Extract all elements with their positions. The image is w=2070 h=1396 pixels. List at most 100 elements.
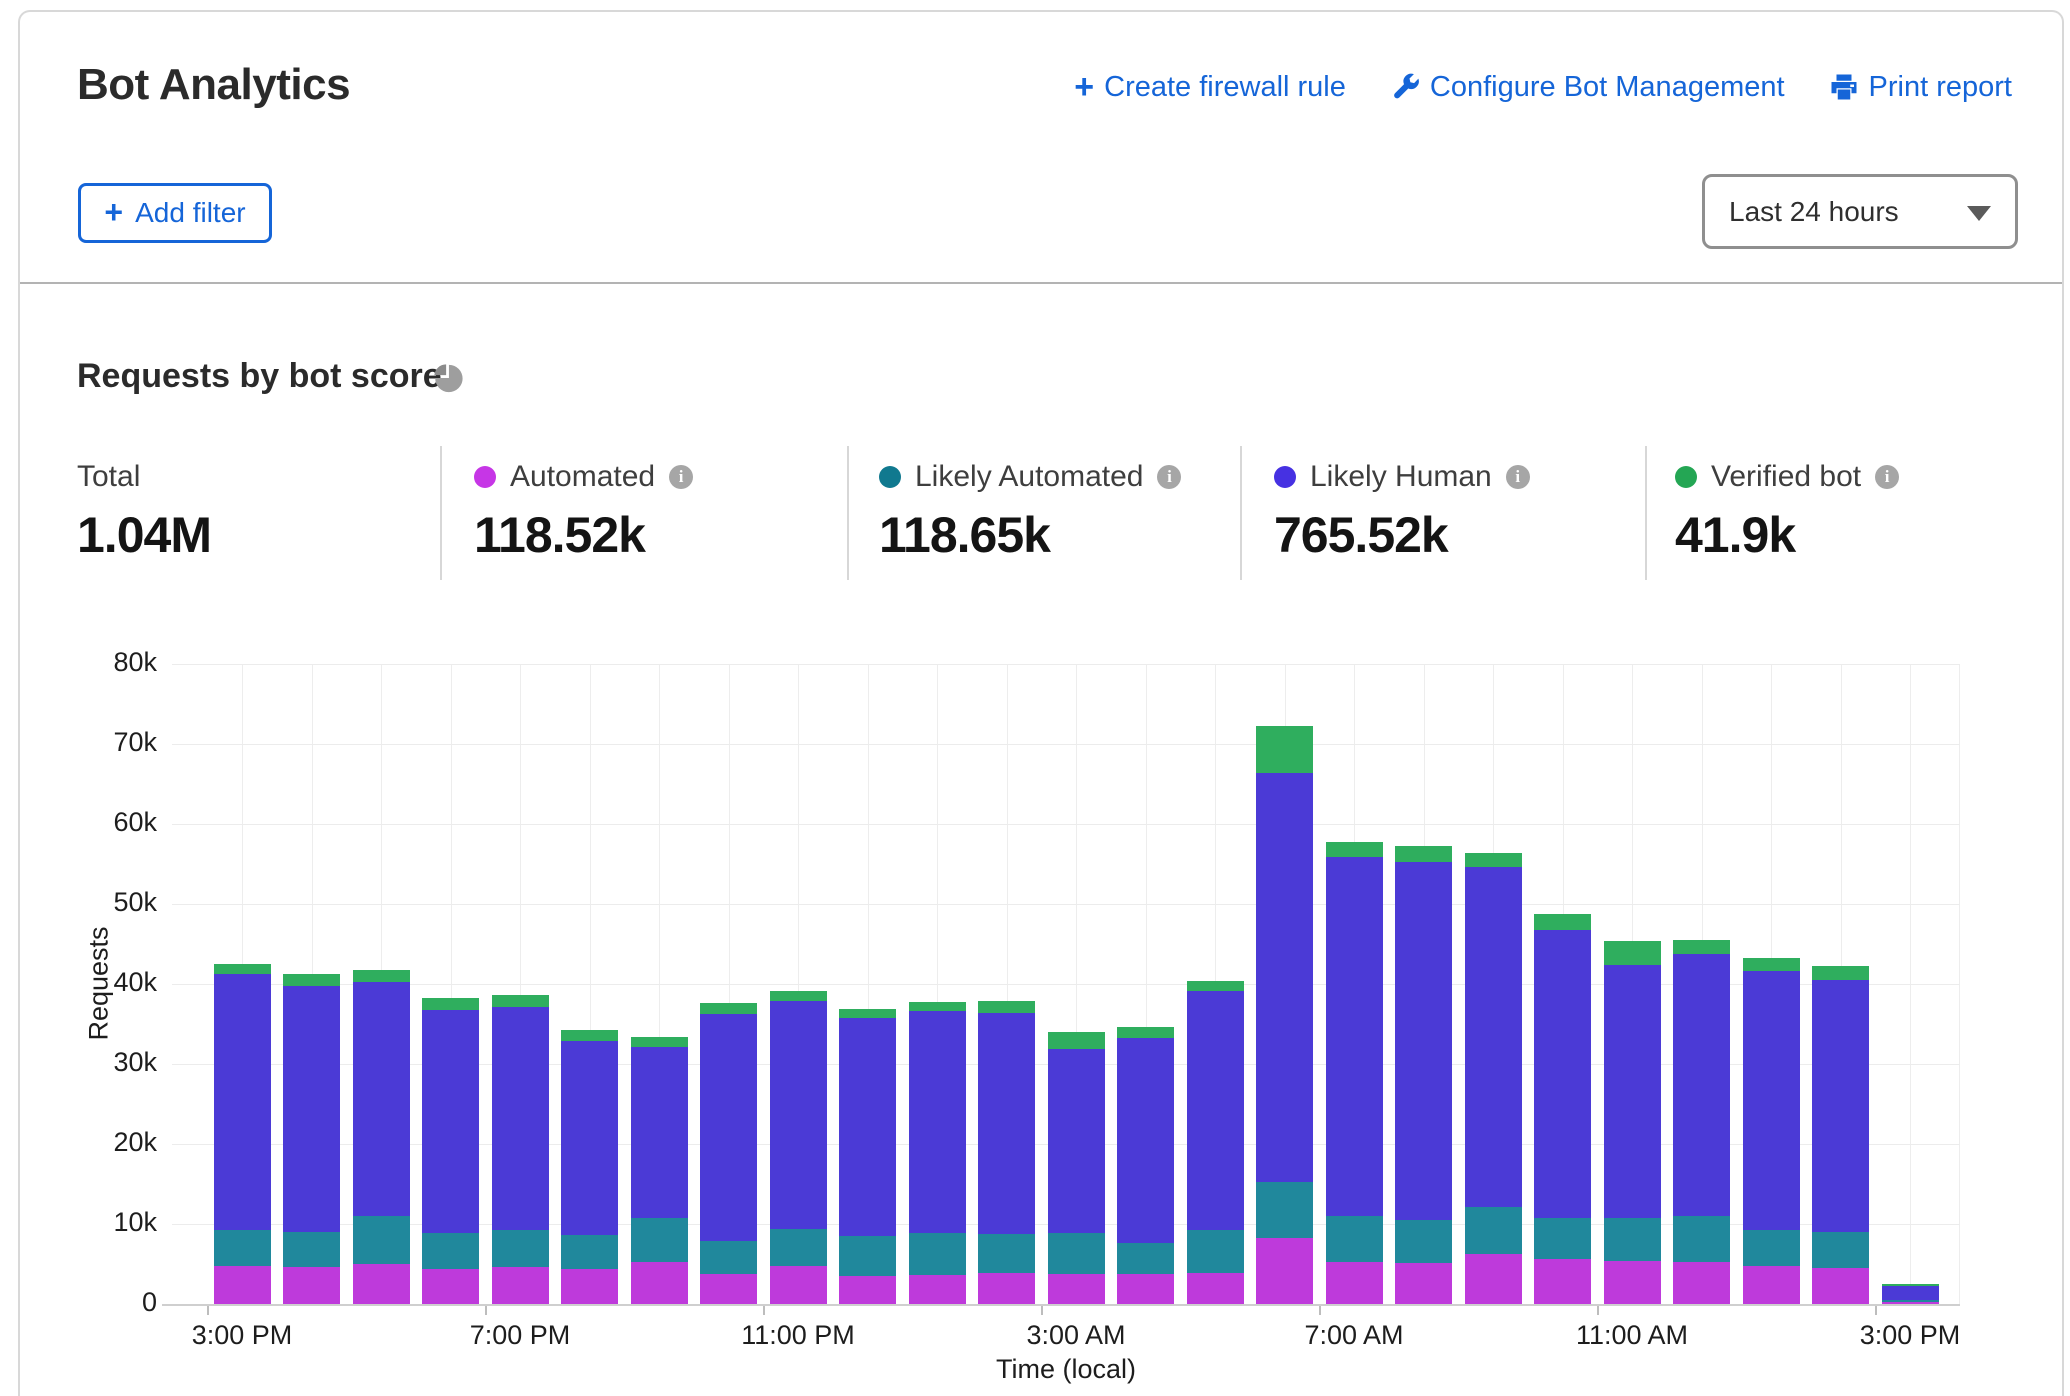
bar-segment-automated[interactable] xyxy=(1326,1262,1383,1304)
bar-segment-verified-bot[interactable] xyxy=(1326,842,1383,857)
bar-segment-likely-automated[interactable] xyxy=(561,1235,618,1269)
bar-segment-likely-human[interactable] xyxy=(1395,862,1452,1220)
bar-segment-automated[interactable] xyxy=(214,1266,271,1304)
bar-segment-likely-human[interactable] xyxy=(770,1001,827,1229)
bar-segment-likely-human[interactable] xyxy=(1048,1049,1105,1233)
bar-segment-likely-automated[interactable] xyxy=(1465,1207,1522,1254)
bar-segment-automated[interactable] xyxy=(1256,1238,1313,1304)
bar-segment-automated[interactable] xyxy=(978,1273,1035,1304)
bar-segment-likely-human[interactable] xyxy=(631,1047,688,1218)
bar-segment-automated[interactable] xyxy=(839,1276,896,1304)
bar-segment-likely-automated[interactable] xyxy=(353,1216,410,1264)
bar-segment-likely-human[interactable] xyxy=(422,1010,479,1232)
bar-segment-likely-human[interactable] xyxy=(1812,980,1869,1232)
bar-segment-likely-automated[interactable] xyxy=(422,1233,479,1269)
bar-segment-likely-human[interactable] xyxy=(1534,930,1591,1219)
bar-segment-likely-automated[interactable] xyxy=(839,1236,896,1276)
bar-segment-verified-bot[interactable] xyxy=(978,1001,1035,1013)
bar-segment-likely-human[interactable] xyxy=(700,1014,757,1241)
bar-segment-likely-human[interactable] xyxy=(1117,1038,1174,1243)
bar-segment-likely-automated[interactable] xyxy=(492,1230,549,1267)
bar-segment-automated[interactable] xyxy=(422,1269,479,1304)
bar-segment-automated[interactable] xyxy=(1673,1262,1730,1304)
bar-segment-verified-bot[interactable] xyxy=(492,995,549,1007)
bar-segment-verified-bot[interactable] xyxy=(631,1037,688,1047)
bar-segment-verified-bot[interactable] xyxy=(1117,1027,1174,1038)
bar-segment-verified-bot[interactable] xyxy=(422,998,479,1011)
bar-segment-likely-automated[interactable] xyxy=(1882,1300,1939,1302)
bar-segment-likely-automated[interactable] xyxy=(1326,1216,1383,1262)
bar-segment-automated[interactable] xyxy=(1048,1274,1105,1304)
bar-segment-automated[interactable] xyxy=(283,1267,340,1304)
bar-segment-verified-bot[interactable] xyxy=(1465,853,1522,867)
bar-segment-likely-human[interactable] xyxy=(561,1041,618,1235)
bar-segment-likely-automated[interactable] xyxy=(1395,1220,1452,1263)
bar-segment-likely-automated[interactable] xyxy=(1187,1230,1244,1273)
bar-segment-likely-human[interactable] xyxy=(353,982,410,1216)
bar-segment-likely-automated[interactable] xyxy=(631,1218,688,1262)
bar-segment-verified-bot[interactable] xyxy=(909,1002,966,1012)
bar-segment-likely-automated[interactable] xyxy=(770,1229,827,1267)
bar-segment-verified-bot[interactable] xyxy=(214,964,271,974)
bar-segment-automated[interactable] xyxy=(1534,1259,1591,1304)
bar-segment-verified-bot[interactable] xyxy=(561,1030,618,1040)
bar-segment-likely-human[interactable] xyxy=(1743,971,1800,1229)
bar-segment-automated[interactable] xyxy=(909,1275,966,1304)
bar-segment-likely-human[interactable] xyxy=(283,986,340,1232)
bar-segment-likely-human[interactable] xyxy=(1882,1286,1939,1300)
bar-segment-verified-bot[interactable] xyxy=(770,991,827,1001)
bar-segment-likely-automated[interactable] xyxy=(1117,1243,1174,1273)
bar-segment-likely-automated[interactable] xyxy=(1048,1233,1105,1275)
bar-segment-likely-human[interactable] xyxy=(1604,965,1661,1218)
bar-segment-likely-automated[interactable] xyxy=(700,1241,757,1275)
bar-segment-verified-bot[interactable] xyxy=(1604,941,1661,965)
bar-segment-verified-bot[interactable] xyxy=(1812,966,1869,980)
bar-segment-likely-automated[interactable] xyxy=(909,1233,966,1275)
bar-segment-likely-human[interactable] xyxy=(214,974,271,1230)
bar-segment-verified-bot[interactable] xyxy=(1673,940,1730,954)
bar-segment-automated[interactable] xyxy=(700,1274,757,1304)
bar-segment-likely-human[interactable] xyxy=(1326,857,1383,1216)
bar-segment-verified-bot[interactable] xyxy=(1882,1284,1939,1286)
bar-segment-verified-bot[interactable] xyxy=(1395,846,1452,861)
bar-segment-likely-automated[interactable] xyxy=(978,1234,1035,1272)
bar-segment-automated[interactable] xyxy=(1465,1254,1522,1304)
bar-segment-automated[interactable] xyxy=(1812,1268,1869,1304)
bar-segment-verified-bot[interactable] xyxy=(283,974,340,985)
bar-segment-likely-automated[interactable] xyxy=(1673,1216,1730,1262)
bar-segment-likely-human[interactable] xyxy=(909,1011,966,1233)
bar-segment-automated[interactable] xyxy=(353,1264,410,1304)
bar-segment-likely-automated[interactable] xyxy=(214,1230,271,1266)
bar-segment-automated[interactable] xyxy=(1882,1302,1939,1304)
bar-segment-automated[interactable] xyxy=(1604,1261,1661,1304)
bar-segment-likely-automated[interactable] xyxy=(1534,1218,1591,1259)
bar-segment-likely-automated[interactable] xyxy=(283,1232,340,1267)
bar-segment-verified-bot[interactable] xyxy=(1048,1032,1105,1049)
bar-segment-automated[interactable] xyxy=(1187,1273,1244,1304)
bar-segment-verified-bot[interactable] xyxy=(1187,981,1244,991)
bar-segment-likely-human[interactable] xyxy=(978,1013,1035,1235)
bar-segment-automated[interactable] xyxy=(492,1267,549,1304)
bar-segment-likely-human[interactable] xyxy=(1187,991,1244,1229)
bar-segment-likely-human[interactable] xyxy=(1465,867,1522,1207)
bar-segment-likely-automated[interactable] xyxy=(1812,1232,1869,1268)
bar-segment-verified-bot[interactable] xyxy=(700,1003,757,1013)
bar-segment-likely-human[interactable] xyxy=(1256,773,1313,1182)
bar-segment-automated[interactable] xyxy=(1743,1266,1800,1304)
bar-segment-likely-human[interactable] xyxy=(492,1007,549,1230)
bar-segment-likely-human[interactable] xyxy=(1673,954,1730,1216)
bar-segment-likely-human[interactable] xyxy=(839,1018,896,1236)
bar-segment-verified-bot[interactable] xyxy=(1743,958,1800,971)
bar-segment-automated[interactable] xyxy=(561,1269,618,1304)
bar-segment-likely-automated[interactable] xyxy=(1256,1182,1313,1238)
bar-segment-verified-bot[interactable] xyxy=(353,970,410,982)
bar-segment-automated[interactable] xyxy=(1117,1274,1174,1304)
bar-segment-likely-automated[interactable] xyxy=(1604,1218,1661,1261)
bar-segment-verified-bot[interactable] xyxy=(839,1009,896,1019)
bar-segment-verified-bot[interactable] xyxy=(1256,726,1313,773)
bar-segment-automated[interactable] xyxy=(1395,1263,1452,1304)
bar-segment-likely-automated[interactable] xyxy=(1743,1230,1800,1266)
bar-segment-automated[interactable] xyxy=(770,1266,827,1304)
bar-segment-automated[interactable] xyxy=(631,1262,688,1304)
bar-segment-verified-bot[interactable] xyxy=(1534,914,1591,930)
